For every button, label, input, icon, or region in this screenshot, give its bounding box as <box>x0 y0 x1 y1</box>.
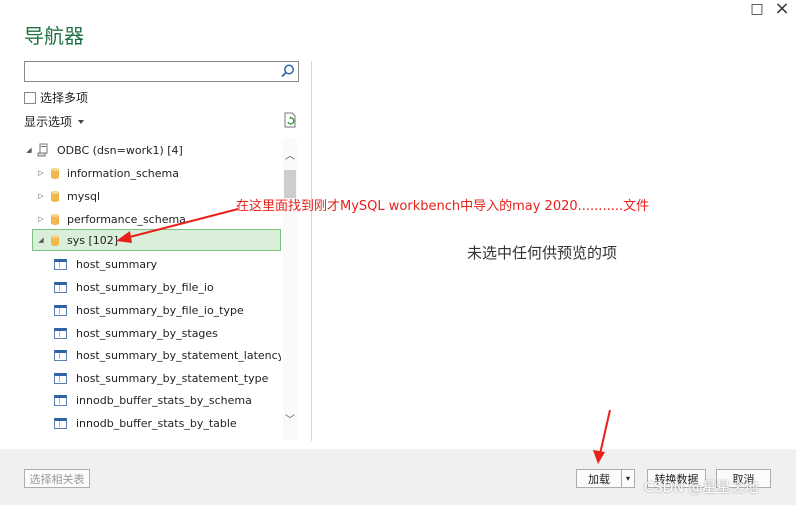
window-title: 导航器 <box>24 24 84 48</box>
tree-item-table[interactable]: innodb_buffer_stats_by_schema <box>24 389 281 411</box>
annotation-arrow-icon <box>116 208 239 243</box>
tree-item-table[interactable]: innodb_buffer_stats_by_table <box>24 412 281 434</box>
tree-root-label: ODBC (dsn=work1) [4] <box>57 143 183 157</box>
tree-item-database[interactable]: ▷ information_schema <box>24 162 281 184</box>
table-icon <box>54 258 67 270</box>
database-label: information_schema <box>67 166 179 180</box>
table-label: innodb_buffer_stats_by_schema <box>76 393 252 407</box>
expanded-triangle-icon[interactable]: ◢ <box>24 146 34 154</box>
select-multiple-label: 选择多项 <box>40 91 89 105</box>
database-icon <box>51 167 59 179</box>
table-label: host_summary_by_statement_latency <box>76 348 281 362</box>
table-label: host_summary_by_file_io <box>76 280 214 294</box>
close-button[interactable]: × <box>772 0 792 18</box>
collapsed-triangle-icon[interactable]: ▷ <box>36 192 46 200</box>
table-icon <box>54 349 67 361</box>
watermark: CSDN @星星之地 <box>644 480 759 496</box>
load-dropdown-button[interactable]: ▾ <box>621 469 635 488</box>
database-label: mysql <box>67 189 100 203</box>
collapsed-triangle-icon[interactable]: ▷ <box>36 215 46 223</box>
maximize-button[interactable]: □ <box>747 0 767 18</box>
table-icon <box>54 394 67 406</box>
table-icon <box>54 327 67 339</box>
table-label: host_summary <box>76 257 158 271</box>
checkbox[interactable] <box>24 91 36 104</box>
table-label: innodb_buffer_stats_by_table <box>76 416 237 430</box>
table-label: host_summary_by_stages <box>76 326 218 340</box>
tree-item-table[interactable]: host_summary_by_statement_latency <box>24 344 281 366</box>
table-icon <box>54 417 67 429</box>
table-label: host_summary_by_file_io_type <box>76 303 244 317</box>
tree-item-table[interactable]: host_summary_by_file_io <box>24 276 281 298</box>
display-options-dropdown[interactable]: 显示选项 <box>24 113 85 130</box>
annotation-arrow-icon <box>593 409 611 464</box>
database-icon <box>51 190 59 202</box>
annotation-text: 在这里面找到刚才MySQL workbench中导入的may 2020.....… <box>236 199 650 214</box>
collapsed-triangle-icon[interactable]: ▷ <box>36 169 46 177</box>
display-options-label: 显示选项 <box>24 115 73 129</box>
server-icon <box>37 143 48 157</box>
tree-item-table[interactable]: host_summary <box>24 253 281 275</box>
tree-item-table[interactable]: host_summary_by_stages <box>24 322 281 344</box>
tree-item-table[interactable]: host_summary_by_file_io_type <box>24 299 281 321</box>
tree-root-odbc[interactable]: ◢ ODBC (dsn=work1) [4] <box>24 139 281 161</box>
database-icon <box>51 213 59 225</box>
expanded-triangle-icon[interactable]: ◢ <box>36 236 46 244</box>
search-icon[interactable] <box>280 63 296 79</box>
select-related-tables-button[interactable]: 选择相关表 <box>24 469 90 488</box>
chevron-down-icon[interactable]: ﹀ <box>283 414 297 428</box>
refresh-icon[interactable] <box>282 112 298 128</box>
chevron-up-icon[interactable]: ︿ <box>283 150 297 164</box>
tree-scrollbar[interactable]: ︿ ﹀ <box>283 138 297 440</box>
database-icon <box>51 234 59 246</box>
preview-message: 未选中任何供预览的项 <box>467 244 618 262</box>
chevron-down-icon <box>78 119 85 124</box>
scrollbar-thumb[interactable] <box>284 170 296 198</box>
select-multiple-checkbox[interactable]: 选择多项 <box>24 89 88 106</box>
table-icon <box>54 281 67 293</box>
load-button[interactable]: 加载 <box>576 469 622 488</box>
panel-divider <box>311 61 312 441</box>
table-icon <box>54 304 67 316</box>
table-label: host_summary_by_statement_type <box>76 371 269 385</box>
search-input[interactable] <box>24 61 299 82</box>
navigator-tree: ◢ ODBC (dsn=work1) [4] ▷ information_sch… <box>24 138 281 440</box>
table-icon <box>54 372 67 384</box>
tree-item-table[interactable]: host_summary_by_statement_type <box>24 367 281 389</box>
